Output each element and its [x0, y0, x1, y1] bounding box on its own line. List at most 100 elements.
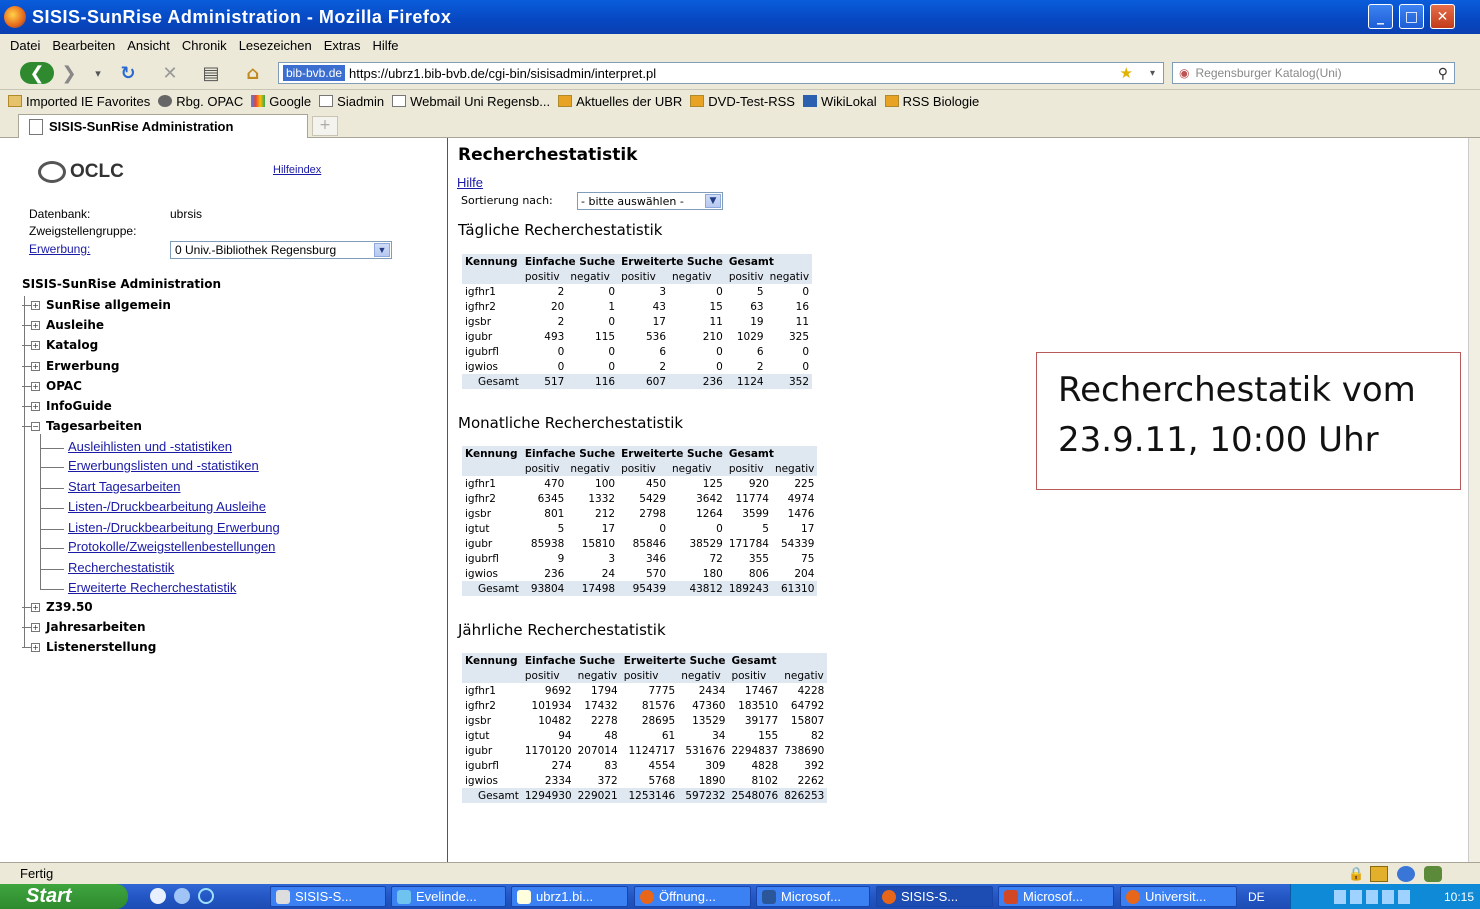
history-dropdown-icon[interactable]: ▾ [90, 62, 106, 84]
menu-datei[interactable]: Datei [10, 38, 40, 53]
bookmark-item[interactable]: WikiLokal [802, 94, 877, 109]
print-icon[interactable]: ▤ [198, 62, 224, 84]
expand-icon[interactable]: + [31, 603, 40, 612]
row-label: igubrfl [465, 759, 499, 772]
tab-sisis-admin[interactable]: SISIS-SunRise Administration [18, 114, 308, 138]
url-bar[interactable]: bib-bvb.de https://ubrz1.bib-bvb.de/cgi-… [278, 62, 1164, 84]
taskbar-item[interactable]: ubrz1.bi... [511, 886, 628, 907]
tree-item-listenerstellung[interactable]: + Listenerstellung [22, 640, 156, 654]
tree-label: SunRise allgemein [46, 298, 171, 312]
forward-button[interactable]: ❯ [58, 62, 80, 84]
sort-select[interactable]: - bitte auswählen - ▼ [577, 192, 723, 210]
maximize-button[interactable]: □ [1399, 4, 1424, 29]
tree-item-sunrise-allgemein[interactable]: + SunRise allgemein [22, 298, 171, 312]
taskbar-item[interactable]: SISIS-S... [270, 886, 386, 907]
tray-icons[interactable] [1333, 889, 1414, 904]
quicklaunch-icon[interactable] [198, 888, 214, 904]
bookmark-star-icon[interactable]: ★ [1120, 64, 1133, 82]
addon-icon[interactable] [1424, 865, 1442, 882]
bookmark-item[interactable]: Rbg. OPAC [158, 94, 243, 109]
taskbar-item[interactable]: Microsof... [756, 886, 870, 907]
tree-item-infoguide[interactable]: + InfoGuide [22, 399, 112, 413]
table-cell: 826253 [781, 788, 828, 803]
start-button[interactable]: Start [0, 884, 128, 909]
lock-icon[interactable]: 🔒 [1348, 866, 1364, 882]
home-icon[interactable]: ⌂ [240, 62, 266, 84]
column-subheader: positiv [725, 269, 767, 284]
bookmark-item[interactable]: Aktuelles der UBR [558, 94, 682, 109]
chevron-down-icon[interactable]: ▼ [705, 194, 721, 208]
new-tab-button[interactable]: + [312, 116, 338, 136]
menu-lesezeichen[interactable]: Lesezeichen [239, 38, 312, 53]
sub-link-protokolle[interactable]: Protokolle/Zweigstellenbestellungen [68, 539, 275, 554]
addon-icon[interactable] [1370, 865, 1388, 882]
stop-icon[interactable]: ✕ [158, 62, 182, 84]
tree-item-tagesarbeiten[interactable]: − Tagesarbeiten [22, 419, 142, 433]
url-dropdown-icon[interactable]: ▾ [1150, 68, 1155, 79]
taskbar-item-active[interactable]: SISIS-S... [876, 886, 993, 907]
taskbar-item[interactable]: Evelinde... [391, 886, 506, 907]
menu-chronik[interactable]: Chronik [182, 38, 227, 53]
sub-link-erwerbungslisten[interactable]: Erwerbungslisten und -statistiken [68, 458, 259, 473]
bookmark-item[interactable]: Imported IE Favorites [8, 94, 150, 109]
tree-item-ausleihe[interactable]: + Ausleihe [22, 318, 104, 332]
taskbar-item[interactable]: Universit... [1120, 886, 1237, 907]
menu-extras[interactable]: Extras [324, 38, 361, 53]
help-link[interactable]: Hilfe [457, 175, 483, 190]
table-row: igfhr2 101934 17432 81576 47360 183510 64792 [462, 698, 827, 713]
taskbar-item[interactable]: Microsof... [998, 886, 1114, 907]
taskbar-item[interactable]: Öffnung... [634, 886, 751, 907]
branch-select[interactable]: 0 Univ.-Bibliothek Regensburg ▼ [170, 241, 392, 259]
tree-item-z3950[interactable]: + Z39.50 [22, 600, 93, 614]
expand-icon[interactable]: + [31, 382, 40, 391]
sub-link-erweiterte-recherchestatistik[interactable]: Erweiterte Recherchestatistik [68, 580, 236, 595]
expand-icon[interactable]: + [31, 402, 40, 411]
search-input[interactable]: ◉ Regensburger Katalog(Uni) ⚲ [1172, 62, 1455, 84]
tree-item-katalog[interactable]: + Katalog [22, 338, 98, 352]
language-indicator[interactable]: DE [1248, 890, 1265, 904]
close-button[interactable]: ✕ [1430, 4, 1455, 29]
help-index-link[interactable]: Hilfeindex [273, 164, 321, 176]
expand-icon[interactable]: + [31, 321, 40, 330]
menu-hilfe[interactable]: Hilfe [373, 38, 399, 53]
quicklaunch-icon[interactable] [174, 888, 190, 904]
quicklaunch-icon[interactable] [150, 888, 166, 904]
tree-item-opac[interactable]: + OPAC [22, 379, 82, 393]
tree-item-jahresarbeiten[interactable]: + Jahresarbeiten [22, 620, 146, 634]
column-header: Erweiterte Suche [620, 653, 729, 668]
table-row: igtut 94 48 61 34 155 82 [462, 728, 827, 743]
bookmark-item[interactable]: Webmail Uni Regensb... [392, 94, 550, 109]
menu-ansicht[interactable]: Ansicht [127, 38, 170, 53]
tree-item-erwerbung[interactable]: + Erwerbung [22, 359, 120, 373]
status-bar: Fertig 🔒 [0, 862, 1480, 884]
vertical-scrollbar[interactable] [1468, 138, 1480, 862]
bookmark-item[interactable]: RSS Biologie [884, 94, 979, 109]
sub-link-recherchestatistik[interactable]: Recherchestatistik [68, 560, 174, 575]
erwerbung-link[interactable]: Erwerbung: [29, 242, 90, 256]
site-identity-badge[interactable]: bib-bvb.de [283, 65, 346, 81]
table-header-row: Kennung Einfache Suche Erweiterte Suche Ges… [462, 446, 818, 461]
expand-icon[interactable]: + [31, 643, 40, 652]
sub-link-ausleihlisten[interactable]: Ausleihlisten und -statistiken [68, 439, 232, 454]
bookmark-item[interactable]: Siadmin [319, 94, 384, 109]
sub-link-druck-ausleihe[interactable]: Listen-/Druckbearbeitung Ausleihe [68, 499, 266, 514]
sub-link-start-tagesarbeiten[interactable]: Start Tagesarbeiten [68, 479, 181, 494]
bookmark-item[interactable]: Google [251, 94, 311, 109]
expand-icon[interactable]: + [31, 362, 40, 371]
search-engine-icon[interactable]: ◉ [1179, 66, 1189, 80]
chevron-down-icon[interactable]: ▼ [374, 243, 390, 257]
addon-icon[interactable] [1397, 865, 1415, 882]
table-cell: 7775 [648, 684, 676, 697]
reload-icon[interactable]: ↻ [116, 62, 140, 84]
bookmark-item[interactable]: DVD-Test-RSS [690, 94, 795, 109]
expand-icon[interactable]: + [31, 341, 40, 350]
column-subheader: negativ [669, 269, 726, 284]
sub-link-druck-erwerbung[interactable]: Listen-/Druckbearbeitung Erwerbung [68, 520, 280, 535]
search-icon[interactable]: ⚲ [1438, 65, 1448, 82]
minimize-button[interactable]: _ [1368, 4, 1393, 29]
back-button[interactable]: ❮ [20, 62, 54, 84]
expand-icon[interactable]: + [31, 301, 40, 310]
menu-bearbeiten[interactable]: Bearbeiten [52, 38, 115, 53]
collapse-icon[interactable]: − [31, 422, 40, 431]
expand-icon[interactable]: + [31, 623, 40, 632]
